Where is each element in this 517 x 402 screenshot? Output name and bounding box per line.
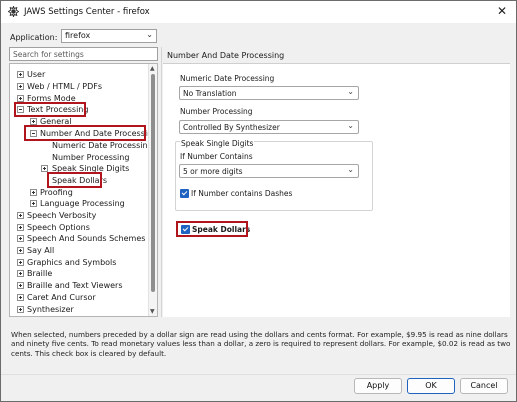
tree-item-say-all[interactable]: Say All	[10, 245, 150, 256]
scroll-thumb[interactable]	[151, 74, 155, 292]
expand-icon[interactable]	[17, 247, 24, 254]
tree-item-web-html-pdfs[interactable]: Web / HTML / PDFs	[10, 81, 150, 92]
settings-tree[interactable]: User Web / HTML / PDFs Forms Mode Text P…	[9, 63, 158, 317]
expand-icon[interactable]	[17, 259, 24, 266]
expand-icon[interactable]	[30, 118, 37, 125]
tree-item-proofing[interactable]: Proofing	[10, 187, 150, 198]
expand-icon[interactable]	[17, 306, 24, 313]
chevron-down-icon: ⌄	[347, 87, 354, 96]
tree-item-braille[interactable]: Braille	[10, 268, 150, 279]
scroll-down-icon[interactable]: ▼	[150, 308, 155, 315]
expand-icon[interactable]	[17, 270, 24, 277]
window-title: JAWS Settings Center - firefox	[24, 7, 150, 17]
tree-item-speech-options[interactable]: Speech Options	[10, 222, 150, 233]
chevron-down-icon: ⌄	[347, 121, 354, 130]
search-placeholder: Search for settings	[13, 50, 84, 59]
expand-icon[interactable]	[17, 71, 24, 78]
tree-scrollbar[interactable]: ▲ ▼	[148, 64, 157, 316]
expand-icon[interactable]	[17, 294, 24, 301]
panel-title: Number And Date Processing	[163, 47, 510, 64]
number-processing-label: Number Processing	[180, 107, 253, 116]
tree-item-speech-and-sounds-schemes[interactable]: Speech And Sounds Schemes	[10, 233, 150, 244]
highlight-text-processing	[14, 102, 86, 117]
tree-item-speech-verbosity[interactable]: Speech Verbosity	[10, 210, 150, 221]
pane-divider[interactable]	[161, 47, 162, 317]
setting-description: When selected, numbers preceded by a dol…	[11, 330, 511, 358]
highlight-speak-dollars-checkbox	[176, 221, 248, 237]
if-number-contains-select[interactable]: 5 or more digits ⌄	[179, 164, 359, 178]
numeric-date-label: Numeric Date Processing	[180, 74, 275, 83]
dashes-checkbox[interactable]	[180, 189, 189, 198]
expand-icon[interactable]	[17, 95, 24, 102]
highlight-speak-dollars	[47, 172, 102, 188]
tree-item-numeric-date-processing[interactable]: Numeric Date Processing	[10, 140, 153, 151]
ok-button[interactable]: OK	[407, 378, 455, 394]
jaws-app-icon	[7, 5, 20, 18]
close-icon[interactable]: ✕	[497, 4, 507, 18]
settings-panel: Number And Date Processing Numeric Date …	[163, 47, 510, 317]
expand-icon[interactable]	[17, 282, 24, 289]
expand-icon[interactable]	[30, 200, 37, 207]
expand-icon[interactable]	[41, 165, 48, 172]
numeric-date-value: No Translation	[183, 89, 237, 98]
speak-single-digits-label: Speak Single Digits	[180, 139, 255, 148]
search-input[interactable]: Search for settings	[9, 47, 158, 61]
expand-icon[interactable]	[30, 189, 37, 196]
number-processing-value: Controlled By Synthesizer	[183, 123, 280, 132]
if-number-contains-value: 5 or more digits	[183, 167, 243, 176]
tree-item-synthesizer[interactable]: Synthesizer	[10, 304, 150, 315]
highlight-number-and-date	[24, 125, 146, 141]
if-number-contains-label: If Number Contains	[180, 152, 253, 161]
numeric-date-select[interactable]: No Translation ⌄	[179, 86, 359, 100]
tree-item-user[interactable]: User	[10, 69, 150, 80]
title-bar: JAWS Settings Center - firefox ✕	[1, 1, 516, 23]
apply-button[interactable]: Apply	[354, 378, 402, 394]
footer-divider	[1, 374, 516, 375]
tree-item-caret-and-cursor[interactable]: Caret And Cursor	[10, 292, 150, 303]
tree-item-number-processing[interactable]: Number Processing	[10, 152, 150, 163]
application-label: Application:	[10, 33, 58, 42]
tree-item-language-processing[interactable]: Language Processing	[10, 198, 150, 209]
expand-icon[interactable]	[17, 224, 24, 231]
scroll-up-icon[interactable]: ▲	[150, 65, 155, 72]
expand-icon[interactable]	[17, 212, 24, 219]
tree-item-graphics-and-symbols[interactable]: Graphics and Symbols	[10, 257, 150, 268]
chevron-down-icon: ⌄	[347, 165, 354, 174]
dashes-label: If Number contains Dashes	[191, 189, 293, 198]
cancel-button[interactable]: Cancel	[460, 378, 508, 394]
settings-window: JAWS Settings Center - firefox ✕ Applica…	[0, 0, 517, 402]
application-select[interactable]: firefox ⌄	[61, 29, 157, 43]
expand-icon[interactable]	[17, 83, 24, 90]
chevron-down-icon: ⌄	[146, 30, 153, 39]
number-processing-select[interactable]: Controlled By Synthesizer ⌄	[179, 120, 359, 134]
expand-icon[interactable]	[17, 235, 24, 242]
application-value: firefox	[65, 31, 91, 40]
tree-item-braille-and-text-viewers[interactable]: Braille and Text Viewers	[10, 280, 150, 291]
